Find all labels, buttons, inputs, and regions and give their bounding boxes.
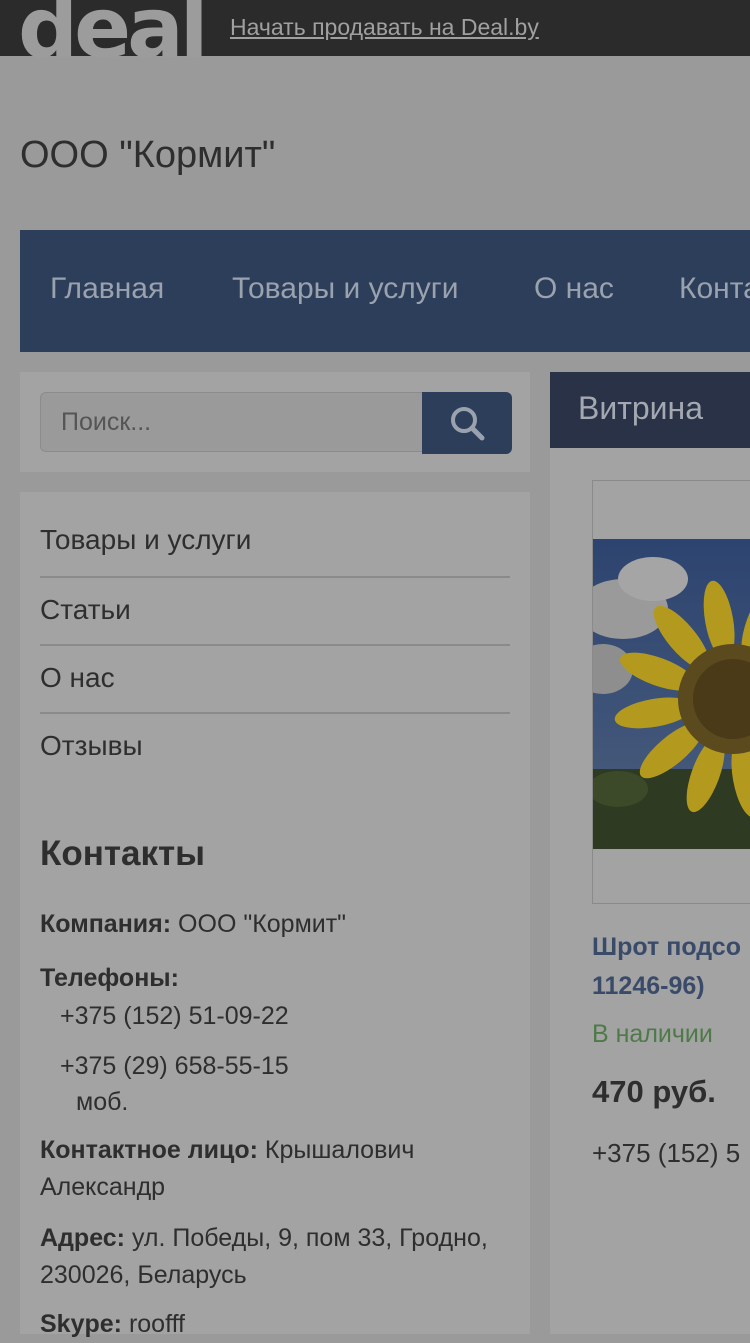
skype-line: Skype: roofff [40, 1306, 520, 1343]
search-button[interactable] [422, 392, 512, 454]
nav-item-about[interactable]: О нас [534, 272, 614, 306]
sidebar: Товары и услуги Статьи О нас Отзывы Конт… [20, 492, 530, 1338]
divider [40, 576, 510, 578]
product-title-line2: 11246-96) [592, 972, 705, 1000]
divider [40, 712, 510, 714]
company-line: Компания: ООО "Кормит" [40, 906, 520, 943]
phone-2-note: моб. [76, 1088, 129, 1116]
deal-logo[interactable]: deal [18, 0, 209, 70]
sidebar-item-reviews[interactable]: Отзывы [40, 730, 510, 762]
sidebar-item-articles[interactable]: Статьи [40, 594, 510, 626]
nav-item-products[interactable]: Товары и услуги [232, 272, 459, 306]
address-label: Адрес: [40, 1224, 125, 1252]
top-bar: deal Начать продавать на Deal.by [0, 0, 750, 70]
start-selling-link[interactable]: Начать продавать на Deal.by [230, 14, 539, 41]
product-title-line1: Шрот подсо [592, 933, 741, 961]
showcase: Шрот подсо 11246-96) В наличии 470 руб. … [550, 448, 750, 1334]
contacts-title: Контакты [40, 834, 206, 873]
contact-person-line: Контактное лицо: Крышалович Александр [40, 1132, 520, 1206]
search-icon [451, 407, 485, 441]
showcase-title: Витрина [578, 390, 704, 426]
product-image-frame[interactable] [592, 480, 750, 904]
product-price: 470 руб. [592, 1074, 716, 1109]
sidebar-item-products[interactable]: Товары и услуги [40, 524, 510, 556]
phone-1[interactable]: +375 (152) 51-09-22 [60, 998, 540, 1035]
company-label: Компания: [40, 910, 172, 938]
phones-label: Телефоны: [40, 960, 520, 997]
nav-item-home[interactable]: Главная [50, 272, 164, 306]
stock-status: В наличии [592, 1020, 713, 1048]
sidebar-item-about[interactable]: О нас [40, 662, 510, 694]
sunflower-image[interactable] [593, 539, 750, 849]
divider [40, 644, 510, 646]
nav-item-contacts[interactable]: Конта [679, 272, 750, 306]
company-value: ООО "Кормит" [178, 910, 347, 938]
company-title: ООО "Кормит" [20, 134, 276, 176]
main-nav: Главная Товары и услуги О нас Конта [20, 230, 750, 352]
address-line: Адрес: ул. Победы, 9, пом 33, Гродно, 23… [40, 1220, 520, 1294]
phones-label-text: Телефоны: [40, 964, 179, 992]
contact-person-label: Контактное лицо: [40, 1136, 258, 1164]
phone-2[interactable]: +375 (29) 658-55-15 [60, 1048, 540, 1085]
search-input[interactable] [40, 392, 422, 452]
search-box [20, 372, 530, 472]
product-title[interactable]: Шрот подсо 11246-96) [592, 928, 750, 1006]
product-phone[interactable]: +375 (152) 5 [592, 1138, 740, 1169]
showcase-header: Витрина [550, 372, 750, 448]
